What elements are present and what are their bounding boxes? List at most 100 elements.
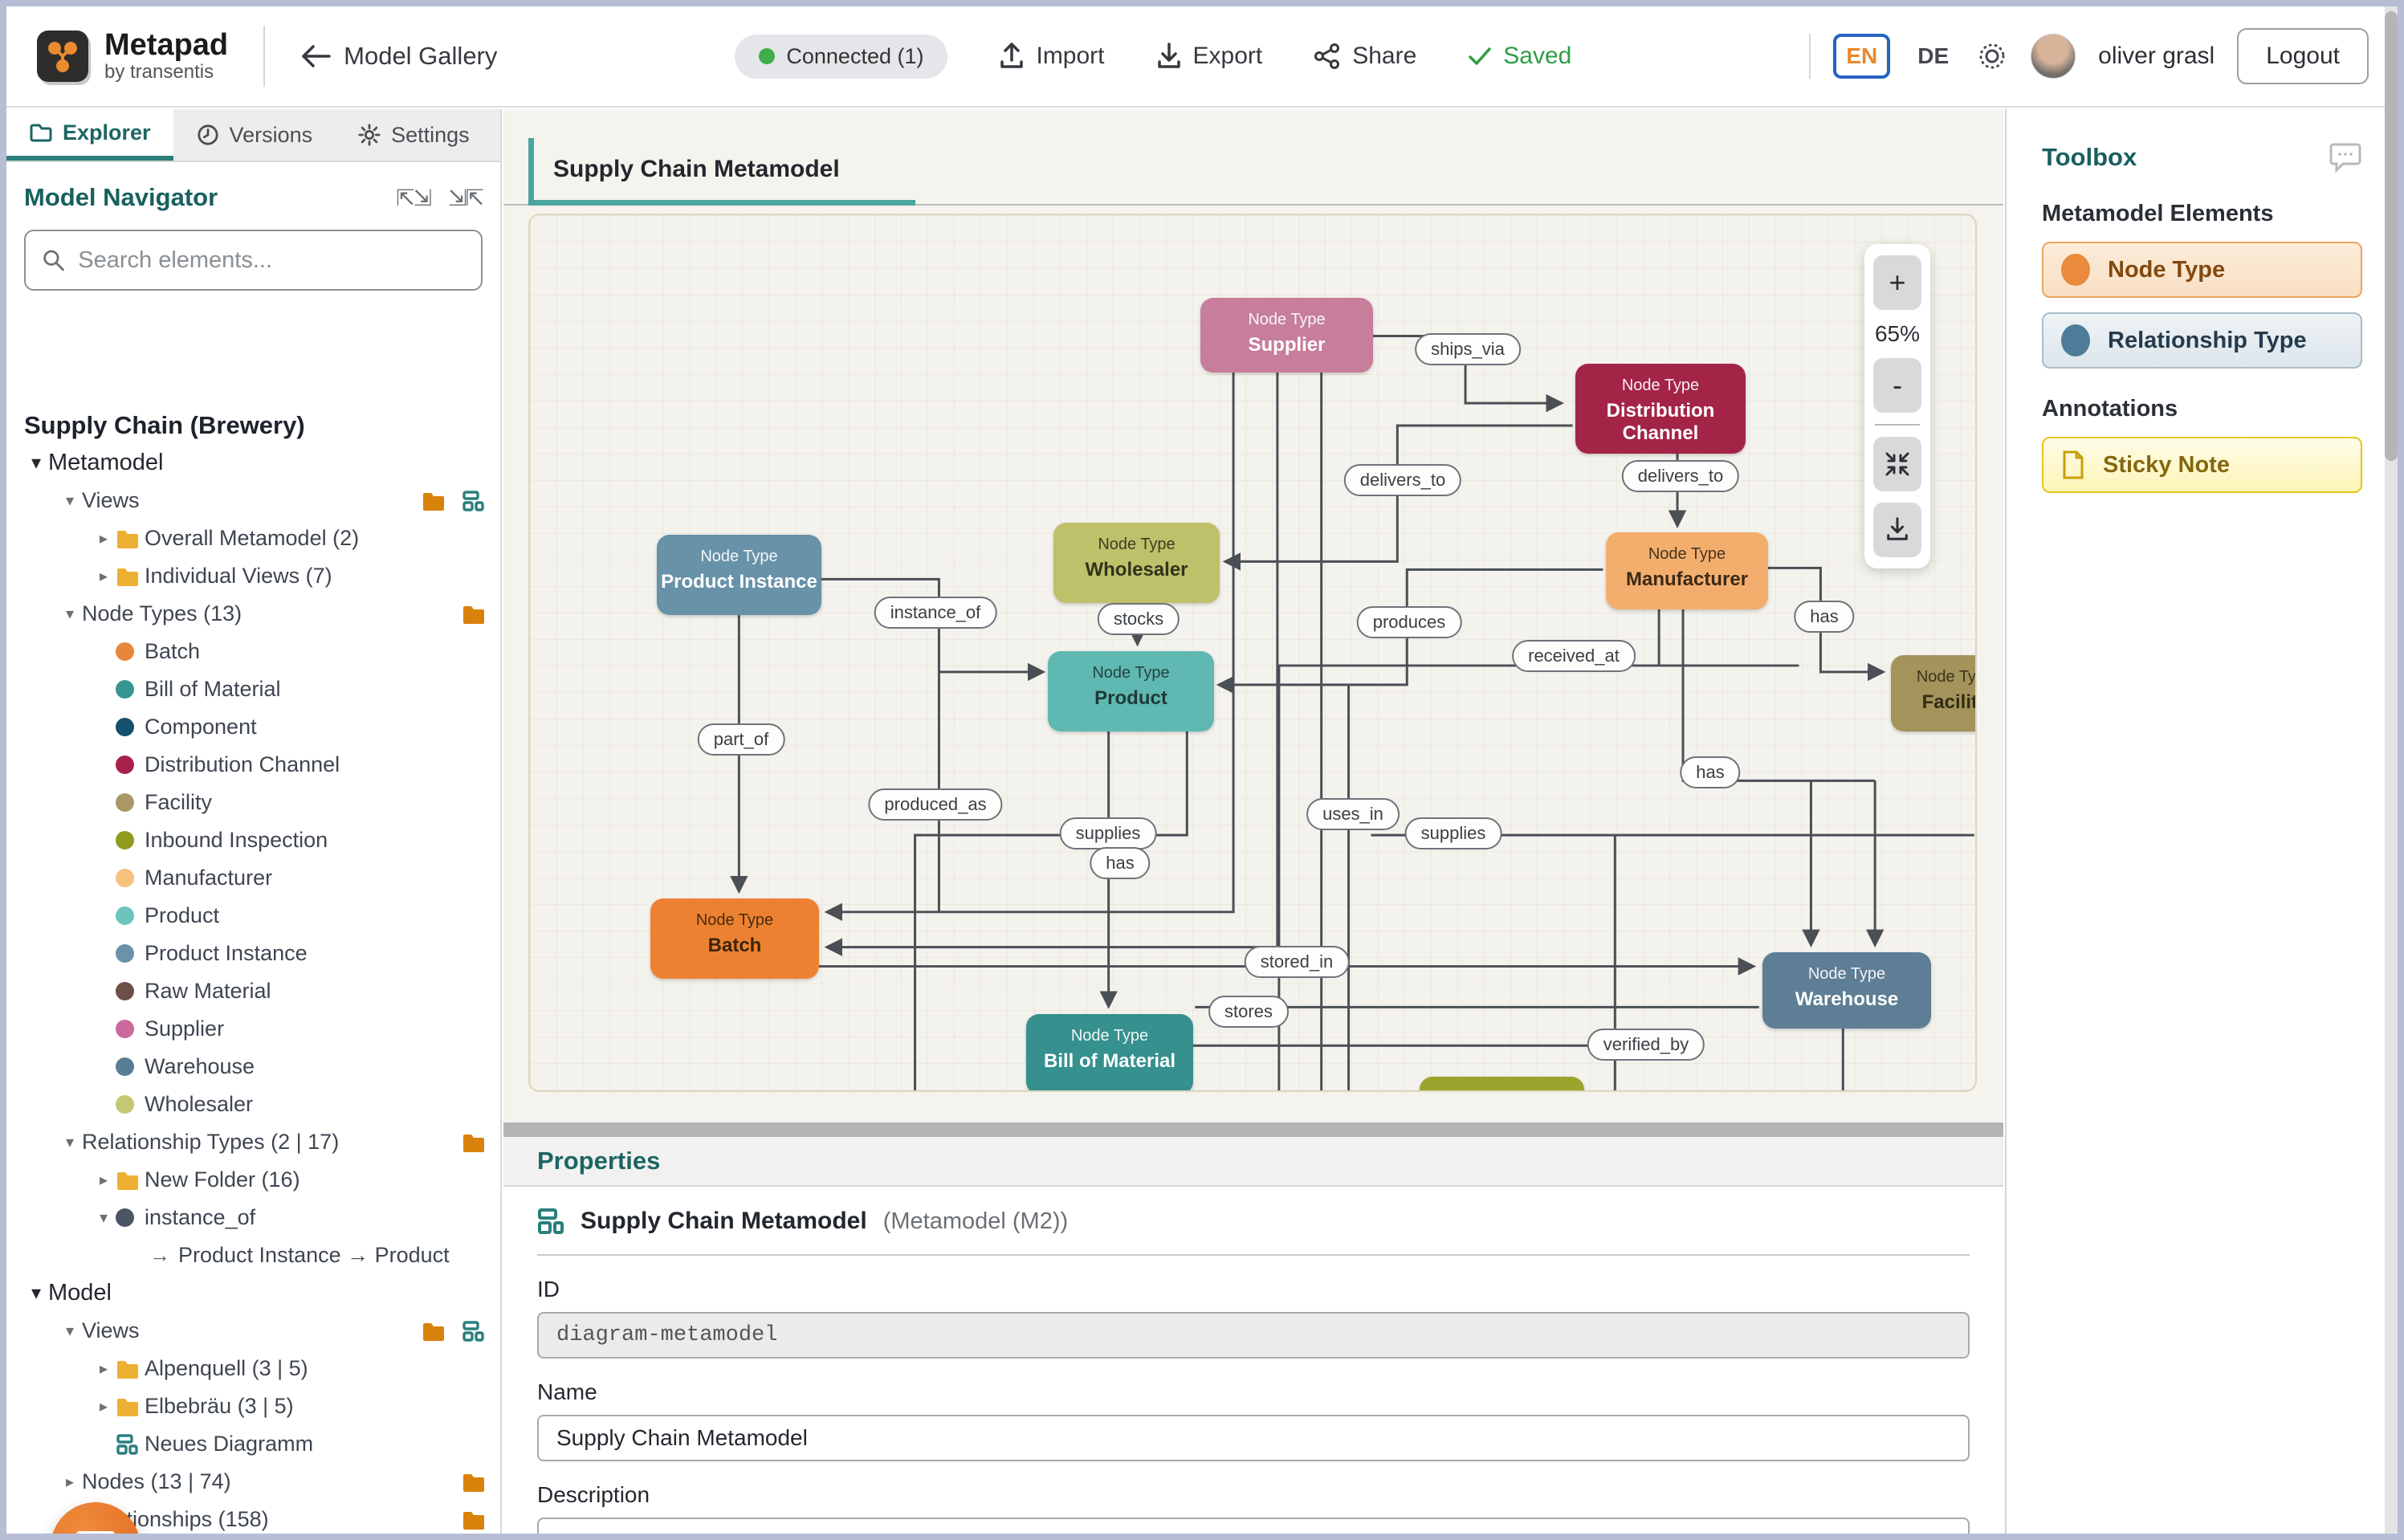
edge-label-verified_by[interactable]: verified_by [1587, 1029, 1705, 1061]
tree-item-wholesaler[interactable]: Wholesaler [6, 1086, 500, 1123]
tree-caret-icon[interactable]: ▾ [58, 604, 82, 624]
window-scrollbar[interactable] [2385, 6, 2398, 1534]
tree-caret-icon[interactable]: ▾ [58, 1132, 82, 1152]
tree-item-individual-views-7[interactable]: ▸Individual Views (7) [6, 557, 500, 595]
diagram-node-warehouse[interactable]: Node TypeWarehouse [1762, 952, 1931, 1029]
tree-item-manufacturer[interactable]: Manufacturer [6, 859, 500, 897]
import-button[interactable]: Import [999, 43, 1104, 70]
tree-item-elbebr-u-3-5[interactable]: ▸Elbebräu (3 | 5) [6, 1387, 500, 1425]
toolbox-chip-relationship-type[interactable]: Relationship Type [2042, 312, 2362, 369]
edge-label-supplies[interactable]: supplies [1405, 817, 1502, 849]
zoom-out-button[interactable]: - [1873, 358, 1921, 413]
tree-caret-icon[interactable]: ▸ [92, 1396, 116, 1416]
tab-supply-chain-metamodel[interactable]: Supply Chain Metamodel [528, 138, 915, 206]
tree-item-overall-metamodel-2[interactable]: ▸Overall Metamodel (2) [6, 519, 500, 557]
tree-caret-icon[interactable]: ▸ [92, 566, 116, 586]
expand-all-icon[interactable]: ⇱⇲ [396, 185, 430, 211]
download-image-button[interactable] [1873, 503, 1921, 557]
edge-label-part_of[interactable]: part_of [698, 723, 785, 756]
diagram-node-supplier[interactable]: Node TypeSupplier [1200, 298, 1373, 373]
edge-label-delivers_to[interactable]: delivers_to [1344, 464, 1461, 496]
feedback-comment-icon[interactable] [2329, 141, 2362, 173]
tree-item-instance-of[interactable]: ▾instance_of [6, 1199, 500, 1236]
diagram-canvas[interactable]: Node TypeSupplier Node TypeDistribution C… [528, 214, 1977, 1092]
tree-item-product[interactable]: Product [6, 897, 500, 935]
tree-item-relationship-types-2-17[interactable]: ▾Relationship Types (2 | 17) [6, 1123, 500, 1161]
edge-label-has[interactable]: has [1090, 847, 1150, 879]
zoom-in-button[interactable]: + [1873, 255, 1921, 310]
tree-item-batch[interactable]: Batch [6, 633, 500, 670]
diagram-node-product-instance[interactable]: Node TypeProduct Instance [657, 535, 821, 615]
tree-item-distribution-channel[interactable]: Distribution Channel [6, 746, 500, 784]
tab-settings[interactable]: Settings [335, 109, 492, 161]
edge-label-stores[interactable]: stores [1208, 996, 1289, 1028]
edge-label-supplies[interactable]: supplies [1060, 817, 1157, 849]
toolbox-chip-sticky-note[interactable]: Sticky Note [2042, 437, 2362, 493]
tree-caret-icon[interactable]: ▾ [24, 451, 48, 475]
tab-versions[interactable]: Versions [173, 109, 336, 161]
export-button[interactable]: Export [1156, 43, 1263, 70]
language-de-toggle[interactable]: DE [1913, 37, 1954, 75]
theme-sun-icon[interactable] [1976, 40, 2008, 72]
connected-status-badge[interactable]: Connected (1) [735, 35, 947, 79]
tree-caret-icon[interactable]: ▾ [92, 1208, 116, 1228]
edge-label-delivers_to[interactable]: delivers_to [1622, 460, 1739, 492]
tree-caret-icon[interactable]: ▾ [58, 1321, 82, 1341]
name-field[interactable] [537, 1415, 1970, 1461]
tree-caret-icon[interactable]: ▸ [58, 1472, 82, 1492]
edge-label-has[interactable]: has [1794, 601, 1854, 633]
tree-item-inbound-inspection[interactable]: Inbound Inspection [6, 821, 500, 859]
tree-caret-icon[interactable]: ▾ [58, 491, 82, 511]
diagram-node-wholesaler[interactable]: Node TypeWholesaler [1053, 523, 1220, 603]
diagram-node-product[interactable]: Node TypeProduct [1048, 651, 1214, 731]
edge-label-stocks[interactable]: stocks [1098, 603, 1180, 635]
collapse-all-icon[interactable]: ⇲⇱ [448, 185, 483, 211]
tree-item-node-types-13[interactable]: ▾Node Types (13) [6, 595, 500, 633]
tree-item-product-instance-product[interactable]: →Product Instance → Product [6, 1236, 500, 1274]
tree-item-views[interactable]: ▾Views [6, 482, 500, 519]
tree-item-model[interactable]: ▾Model [6, 1274, 500, 1312]
horizontal-scrollbar[interactable] [503, 1122, 2003, 1137]
diagram-node-inbound-inspection[interactable]: Node TypeInbound Inspection [1420, 1077, 1584, 1092]
tree-caret-icon[interactable]: ▾ [24, 1281, 48, 1305]
edge-label-ships_via[interactable]: ships_via [1415, 333, 1521, 365]
fit-view-button[interactable] [1873, 437, 1921, 491]
tree-item-new-folder-16[interactable]: ▸New Folder (16) [6, 1161, 500, 1199]
search-input[interactable] [78, 247, 465, 274]
tree-item-metamodel[interactable]: ▾Metamodel [6, 444, 500, 482]
tree-item-raw-material[interactable]: Raw Material [6, 972, 500, 1010]
description-field[interactable] [537, 1518, 1970, 1534]
share-button[interactable]: Share [1314, 43, 1416, 70]
toolbox-chip-node-type[interactable]: Node Type [2042, 242, 2362, 298]
edge-label-uses_in[interactable]: uses_in [1306, 798, 1400, 830]
edge-label-produced_as[interactable]: produced_as [868, 788, 1002, 821]
diagram-node-bill-of-material[interactable]: Node TypeBill of Material [1026, 1014, 1193, 1092]
edge-label-instance_of[interactable]: instance_of [874, 597, 997, 629]
edge-label-stored_in[interactable]: stored_in [1245, 946, 1350, 978]
edge-label-produces[interactable]: produces [1357, 606, 1462, 638]
logout-button[interactable]: Logout [2237, 28, 2369, 84]
window-scrollbar-thumb[interactable] [2385, 11, 2398, 461]
tree-caret-icon[interactable]: ▸ [92, 528, 116, 548]
tree-item-nodes-13-74[interactable]: ▸Nodes (13 | 74) [6, 1463, 500, 1501]
edge-label-has[interactable]: has [1680, 756, 1740, 788]
tree-item-facility[interactable]: Facility [6, 784, 500, 821]
tree-item-component[interactable]: Component [6, 708, 500, 746]
tree-item-supplier[interactable]: Supplier [6, 1010, 500, 1048]
tree-caret-icon[interactable]: ▸ [92, 1170, 116, 1190]
tree-caret-icon[interactable]: ▸ [92, 1359, 116, 1379]
diagram-node-manufacturer[interactable]: Node TypeManufacturer [1606, 532, 1768, 609]
tree-item-product-instance[interactable]: Product Instance [6, 935, 500, 972]
tree-item-views[interactable]: ▾Views [6, 1312, 500, 1350]
user-avatar[interactable] [2031, 34, 2076, 79]
diagram-node-facility[interactable]: Node TypeFacility [1891, 655, 1977, 731]
edge-label-received_at[interactable]: received_at [1512, 640, 1636, 672]
tab-explorer[interactable]: Explorer [6, 109, 173, 161]
tree-item-alpenquell-3-5[interactable]: ▸Alpenquell (3 | 5) [6, 1350, 500, 1387]
language-en-toggle[interactable]: EN [1833, 34, 1890, 79]
diagram-node-distribution-channel[interactable]: Node TypeDistribution Channel [1575, 364, 1746, 454]
model-gallery-back-link[interactable]: Model Gallery [300, 42, 497, 71]
tree-item-warehouse[interactable]: Warehouse [6, 1048, 500, 1086]
diagram-node-batch[interactable]: Node TypeBatch [650, 898, 819, 979]
tree-item-neues-diagramm[interactable]: Neues Diagramm [6, 1425, 500, 1463]
